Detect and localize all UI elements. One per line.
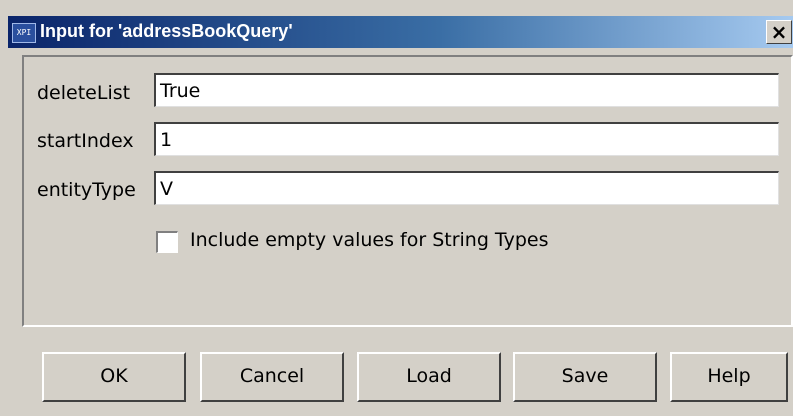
cancel-button[interactable]: Cancel: [200, 352, 344, 402]
close-button[interactable]: ×: [766, 20, 792, 44]
entity-type-field[interactable]: V: [154, 171, 779, 205]
include-empty-values-label[interactable]: Include empty values for String Types: [190, 229, 548, 251]
delete-list-label: deleteList: [37, 82, 131, 104]
delete-list-field[interactable]: True: [154, 73, 779, 107]
load-button[interactable]: Load: [357, 352, 501, 402]
window-title: Input for 'addressBookQuery': [40, 21, 293, 41]
dialog-window: XPI Input for 'addressBookQuery' × delet…: [0, 0, 793, 416]
start-index-label: startIndex: [37, 130, 134, 152]
close-icon: ×: [770, 20, 788, 44]
title-bar[interactable]: XPI Input for 'addressBookQuery' ×: [8, 16, 793, 48]
start-index-field[interactable]: 1: [154, 122, 779, 156]
help-button[interactable]: Help: [670, 352, 788, 402]
ok-button[interactable]: OK: [42, 352, 186, 402]
include-empty-values-checkbox[interactable]: [156, 231, 178, 253]
save-button[interactable]: Save: [513, 352, 657, 402]
app-icon: XPI: [12, 23, 36, 43]
entity-type-label: entityType: [37, 179, 136, 201]
